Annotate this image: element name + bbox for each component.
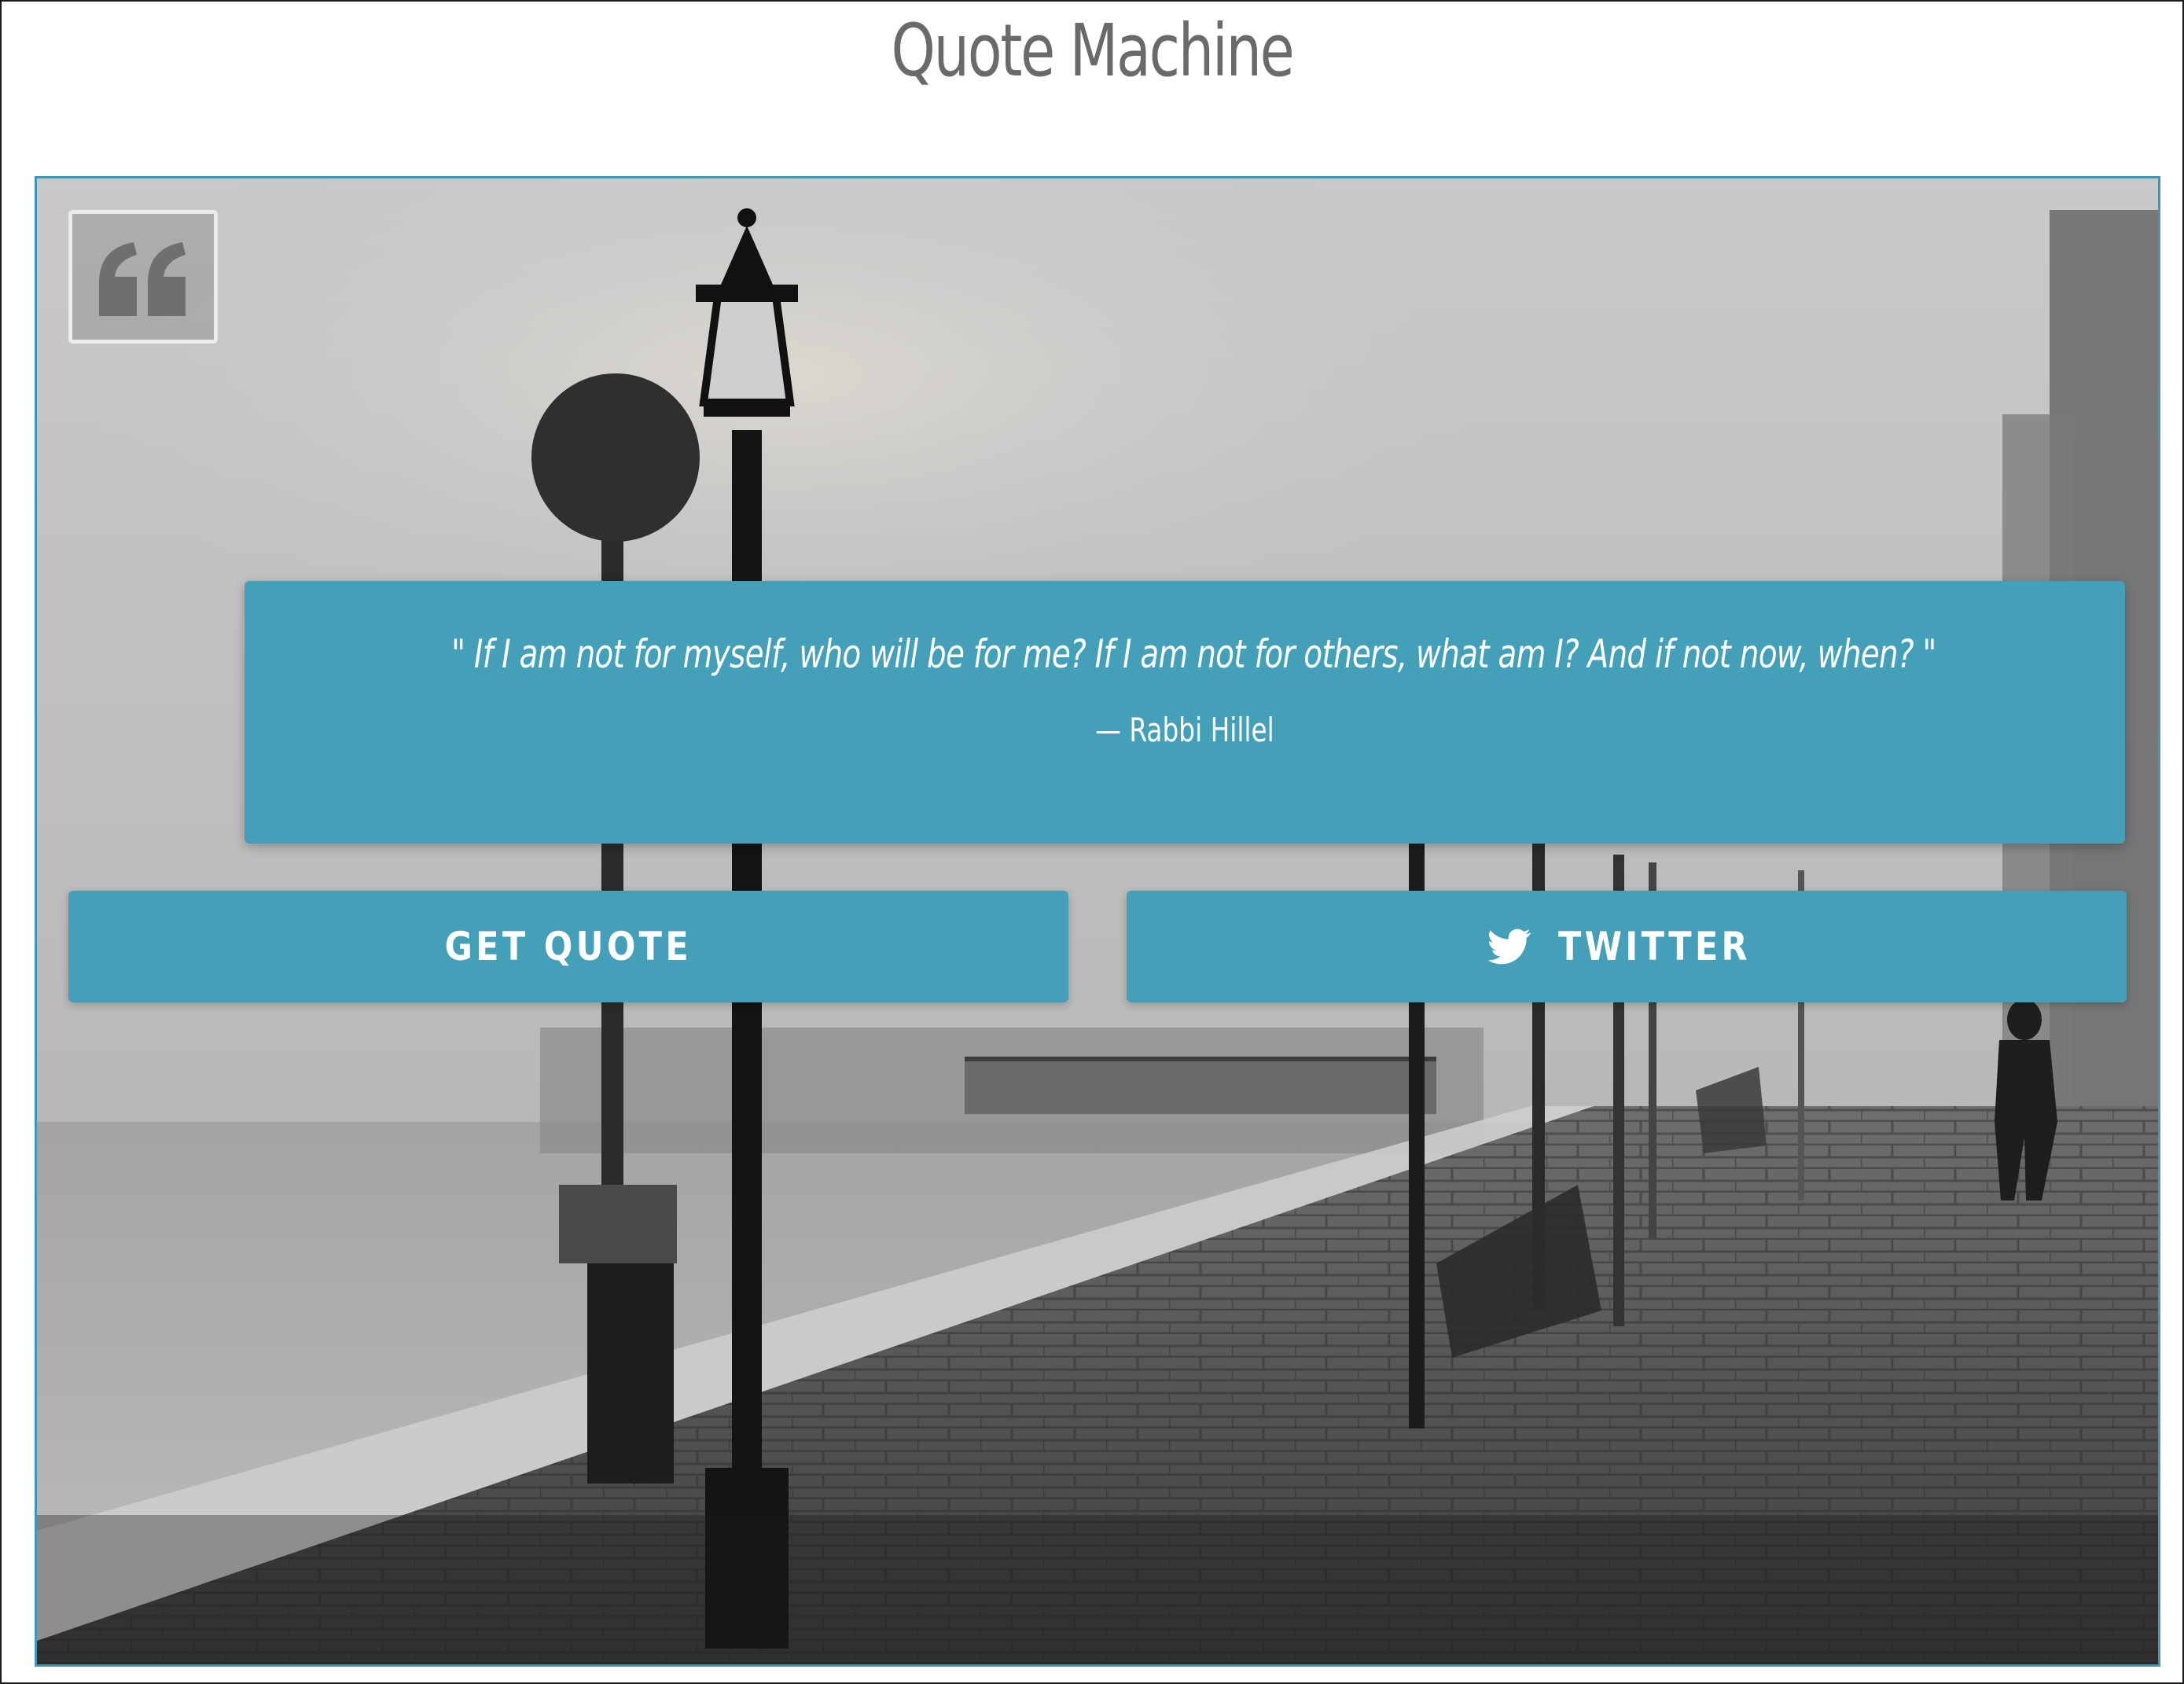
quote-left-icon (99, 242, 186, 316)
quote-panel: " If I am not for myself, who will be fo… (245, 581, 2125, 844)
twitter-label: TWITTER (1557, 924, 1751, 969)
quote-card: " If I am not for myself, who will be fo… (35, 176, 2160, 1667)
twitter-bird-icon (1487, 928, 1531, 965)
get-quote-button[interactable]: GET QUOTE (68, 891, 1068, 1002)
quote-text: " If I am not for myself, who will be fo… (451, 631, 1936, 677)
get-quote-label: GET QUOTE (444, 924, 693, 969)
page-title: Quote Machine (891, 9, 1295, 93)
quote-icon-badge (68, 210, 218, 344)
quote-author: — Rabbi Hillel (1095, 711, 1274, 749)
twitter-button[interactable]: TWITTER (1127, 891, 2127, 1002)
